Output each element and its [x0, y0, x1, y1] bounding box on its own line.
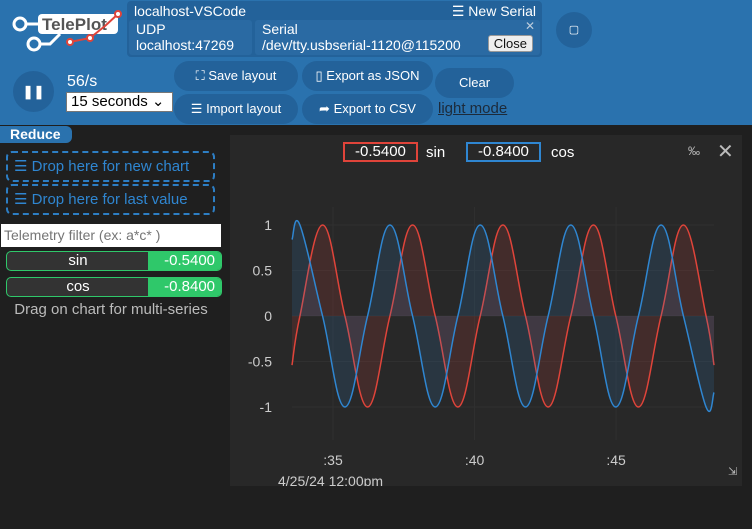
header-bar: TelePlot localhost-VSCode ☰ New Serial U…: [0, 0, 752, 125]
telemetry-name: sin: [68, 252, 88, 269]
chart-plot[interactable]: 1 0.5 0 -0.5 -1 :35 :40 :45 4/25/24 12:00pm: [230, 135, 742, 486]
expand-icon: ⛶: [195, 68, 209, 83]
drop-last-value-label: Drop here for last value: [31, 191, 188, 208]
export-json-button[interactable]: ▯ Export as JSON: [302, 61, 433, 91]
list-icon: ☰: [14, 158, 32, 175]
y-tick-label: 0.5: [253, 263, 273, 279]
share-icon: ➦: [319, 101, 334, 116]
y-tick-label: 1: [264, 217, 272, 233]
resize-handle-icon[interactable]: ⇲: [728, 465, 737, 478]
save-layout-label: Save layout: [208, 68, 277, 83]
light-mode-link[interactable]: light mode: [438, 100, 507, 117]
reduce-tab[interactable]: Reduce: [0, 126, 72, 143]
clear-button[interactable]: Clear: [435, 68, 514, 98]
time-window-value: 15 seconds: [71, 93, 148, 110]
list-icon: ☰: [14, 191, 32, 208]
y-tick-label: 0: [264, 308, 272, 324]
drop-new-chart-label: Drop here for new chart: [31, 158, 190, 175]
list-icon: ☰: [451, 3, 469, 19]
y-tick-label: -0.5: [248, 354, 272, 370]
connection-panel: localhost-VSCode ☰ New Serial UDP localh…: [127, 1, 542, 57]
x-tick-label: :45: [606, 452, 626, 468]
import-layout-label: Import layout: [206, 101, 282, 116]
date-label: 4/25/24 12:00pm: [278, 473, 383, 486]
pause-button[interactable]: ❚❚: [13, 71, 54, 112]
multi-series-hint: Drag on chart for multi-series: [14, 301, 208, 318]
close-icon[interactable]: ✕: [525, 18, 535, 34]
rate-display: 56/s: [67, 73, 98, 90]
telemetry-item-cos[interactable]: cos -0.8400: [6, 277, 222, 297]
new-serial-button[interactable]: ☰ New Serial: [452, 3, 536, 20]
drop-new-chart-zone[interactable]: ☰ Drop here for new chart: [6, 151, 215, 182]
square-icon: ▢: [568, 24, 580, 36]
export-csv-button[interactable]: ➦ Export to CSV: [302, 94, 433, 124]
telemetry-value: -0.8400: [148, 278, 221, 296]
telemetry-filter-input[interactable]: [1, 224, 221, 247]
telemetry-name: cos: [66, 278, 90, 295]
export-csv-label: Export to CSV: [333, 101, 416, 116]
import-layout-button[interactable]: ☰ Import layout: [174, 94, 298, 124]
export-json-label: Export as JSON: [326, 68, 420, 83]
telemetry-value: -0.5400: [148, 252, 221, 270]
fullscreen-button[interactable]: ▢: [556, 12, 592, 48]
drop-last-value-zone[interactable]: ☰ Drop here for last value: [6, 184, 215, 215]
close-serial-button[interactable]: Close: [487, 35, 533, 52]
x-tick-label: :40: [465, 452, 485, 468]
file-icon: ▯: [315, 68, 327, 83]
udp-label: UDP: [136, 21, 166, 37]
x-tick-label: :35: [323, 452, 343, 468]
chart-panel[interactable]: -0.5400 sin -0.8400 cos ‰ ✕ 1 0.5 0 -0.5 -1:…: [230, 135, 742, 486]
telemetry-item-sin[interactable]: sin -0.5400: [6, 251, 222, 271]
teleplot-logo: TelePlot: [12, 10, 122, 52]
udp-address: localhost:47269: [136, 37, 235, 53]
pause-icon: ❚❚: [22, 84, 45, 99]
save-layout-button[interactable]: ⛶ Save layout: [174, 61, 298, 91]
connection-title: localhost-VSCode: [134, 3, 247, 19]
list-icon: ☰: [190, 101, 207, 116]
serial-input: ✕ Serial /dev/tty.usbserial-1120@115200 …: [255, 18, 540, 55]
chevron-down-icon: ⌄: [151, 93, 165, 110]
new-serial-label: New Serial: [468, 3, 536, 19]
y-tick-label: -1: [260, 399, 273, 415]
time-window-select[interactable]: 15 seconds ⌄: [66, 92, 173, 112]
udp-input: UDP localhost:47269: [129, 20, 252, 55]
